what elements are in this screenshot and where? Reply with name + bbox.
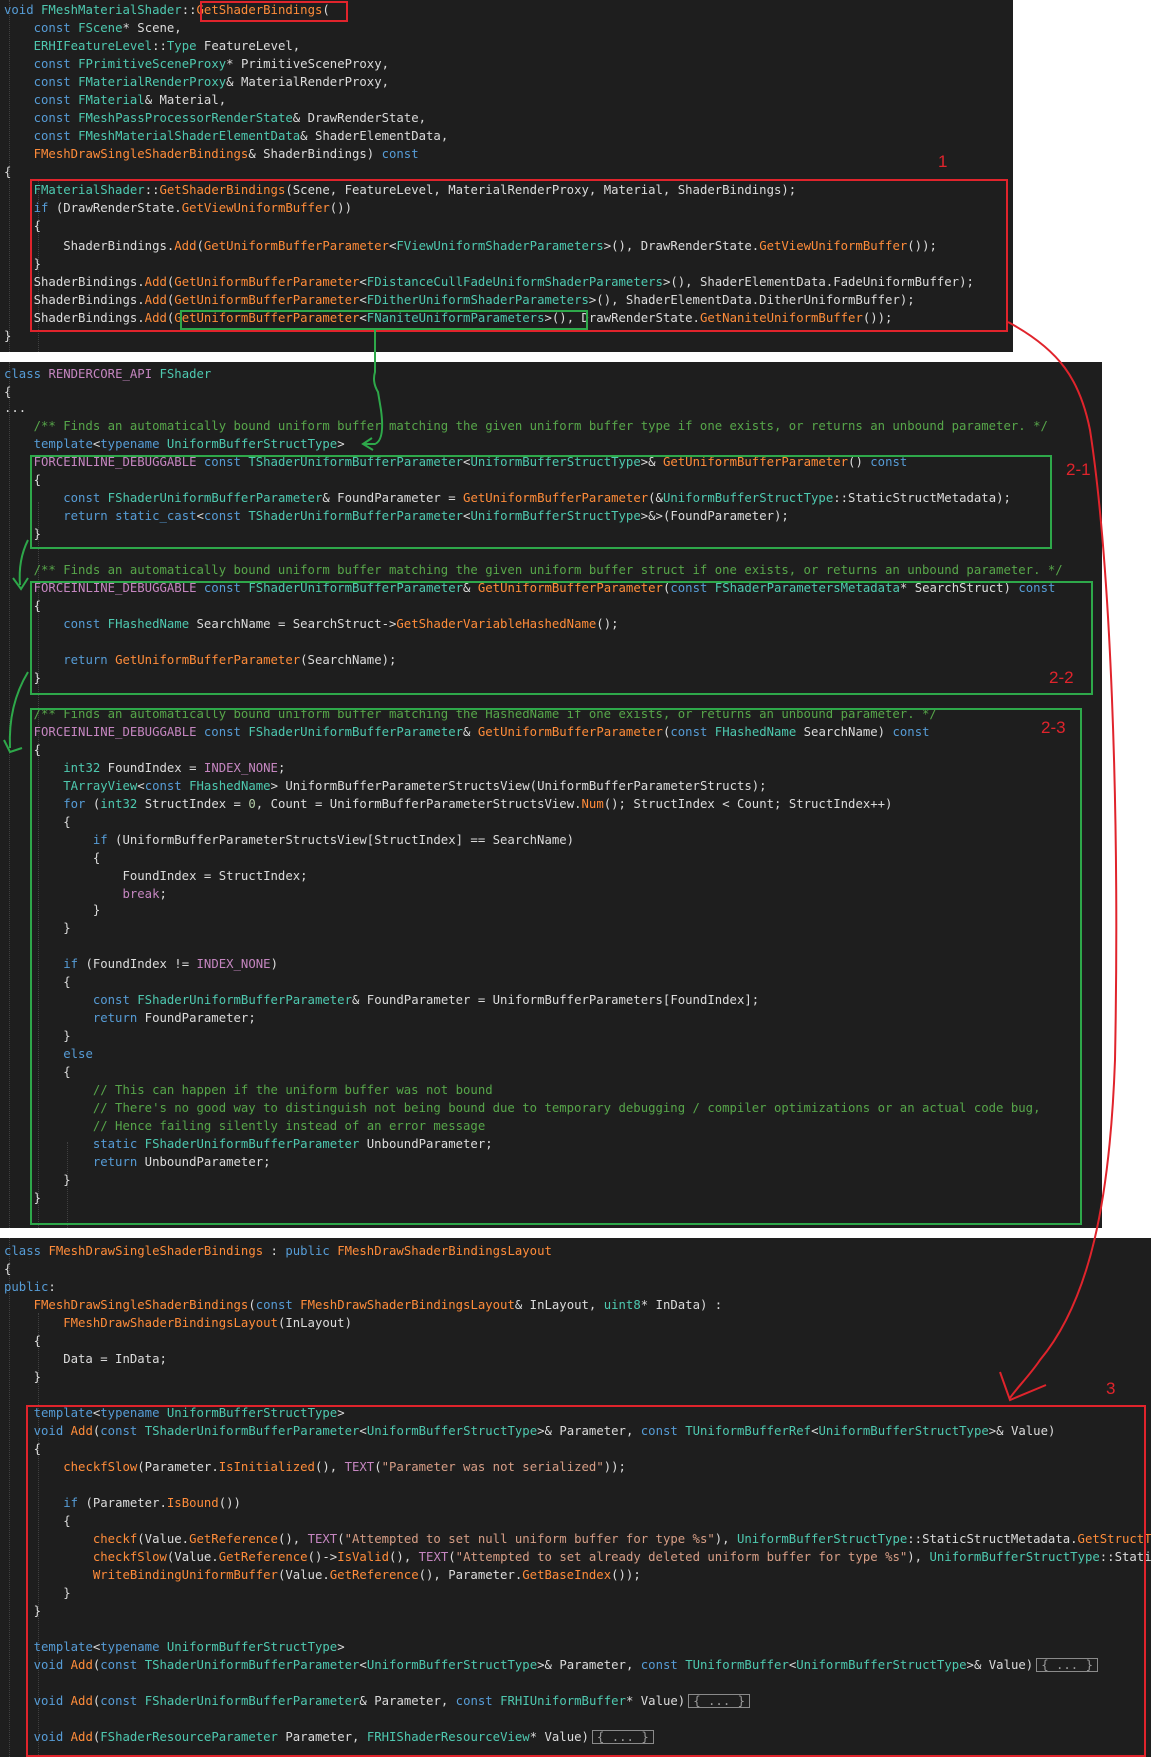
code-line: ... <box>4 401 27 415</box>
code-line: { <box>4 1262 12 1276</box>
code-line: public: <box>4 1280 56 1294</box>
code-line: /** Finds an automatically bound uniform… <box>4 563 1063 577</box>
code-line: const FScene* Scene, <box>33 21 182 35</box>
code-line: class FMeshDrawSingleShaderBindings : pu… <box>4 1244 552 1258</box>
code-line: } <box>4 1370 42 1384</box>
code-line: { <box>4 1334 42 1348</box>
code-line: const FMaterial& Material, <box>33 93 227 107</box>
code-line: FMeshDrawShaderBindingsLayout(InLayout) <box>63 1316 352 1330</box>
code-line: { <box>4 165 12 179</box>
annotation-box-2-3 <box>30 708 1082 1225</box>
annotation-box-2-2 <box>30 581 1093 695</box>
annotation-label-3: 3 <box>1106 1379 1116 1398</box>
code-line: const FMaterialRenderProxy& MaterialRend… <box>33 75 390 89</box>
code-line: FMeshDrawSingleShaderBindings& ShaderBin… <box>33 147 419 161</box>
annotation-label-2-1: 2-1 <box>1066 460 1091 479</box>
code-line: FMeshDrawSingleShaderBindings(const FMes… <box>33 1298 723 1312</box>
code-line: ERHIFeatureLevel::Type FeatureLevel, <box>33 39 301 53</box>
code-line: Data = InData; <box>4 1352 167 1366</box>
code-line: class RENDERCORE_API FShader <box>4 367 212 381</box>
code-line: const FMeshPassProcessorRenderState& Dra… <box>33 111 427 125</box>
highlight-get-shader-bindings <box>200 1 348 22</box>
annotation-box-3 <box>26 1405 1146 1757</box>
code-line: template<typename UniformBufferStructTyp… <box>33 437 345 451</box>
code-line: const FMeshMaterialShaderElementData& Sh… <box>33 129 449 143</box>
annotation-label-2-2: 2-2 <box>1049 668 1074 687</box>
code-line: /** Finds an automatically bound uniform… <box>4 419 1048 433</box>
annotation-label-1: 1 <box>938 152 948 171</box>
code-line: { <box>4 385 12 399</box>
annotation-box-2-1 <box>30 455 1052 549</box>
code-line: } <box>4 329 12 343</box>
highlight-nanite-uniform-parameter <box>180 310 588 330</box>
annotation-label-2-3: 2-3 <box>1041 718 1066 737</box>
code-line: const FPrimitiveSceneProxy* PrimitiveSce… <box>33 57 390 71</box>
